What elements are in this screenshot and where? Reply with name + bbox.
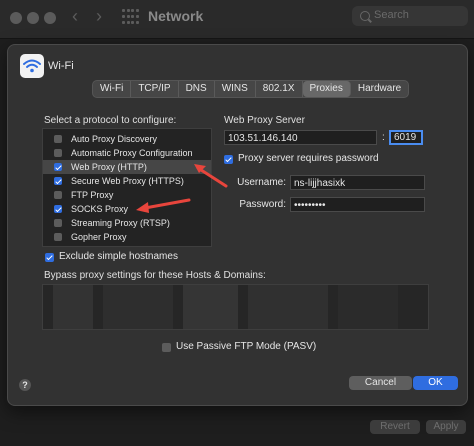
port-separator: : bbox=[382, 132, 385, 143]
protocol-checkbox[interactable] bbox=[54, 233, 62, 241]
protocol-row-web-proxy[interactable]: Web Proxy (HTTP) bbox=[43, 160, 211, 174]
password-field[interactable]: ••••••••• bbox=[290, 197, 425, 212]
username-field[interactable]: ns-lijjhasixk bbox=[290, 175, 425, 190]
proxy-server-heading: Web Proxy Server bbox=[224, 115, 305, 126]
protocol-checkbox[interactable] bbox=[54, 163, 62, 171]
tab-tcpip[interactable]: TCP/IP bbox=[131, 81, 179, 97]
exclude-simple-hostnames-label: Exclude simple hostnames bbox=[59, 251, 178, 262]
protocol-checkbox[interactable] bbox=[54, 191, 62, 199]
protocol-label: FTP Proxy bbox=[71, 190, 114, 200]
protocol-checkbox[interactable] bbox=[54, 205, 62, 213]
protocol-list[interactable]: Auto Proxy Discovery Automatic Proxy Con… bbox=[42, 128, 212, 247]
proxy-port-field[interactable]: 6019 bbox=[389, 130, 423, 145]
password-label: Password: bbox=[239, 199, 286, 210]
search-icon bbox=[360, 11, 370, 21]
search-field[interactable]: Search bbox=[352, 6, 468, 26]
protocol-checkbox[interactable] bbox=[54, 219, 62, 227]
tab-hardware[interactable]: Hardware bbox=[351, 81, 408, 97]
back-arrow-icon[interactable]: ‹ bbox=[72, 6, 78, 27]
ok-button[interactable]: OK bbox=[413, 376, 458, 390]
protocol-label: Web Proxy (HTTP) bbox=[71, 162, 147, 172]
exclude-simple-hostnames-checkbox[interactable] bbox=[45, 253, 54, 262]
protocol-list-heading: Select a protocol to configure: bbox=[44, 115, 177, 126]
annotation-arrow-web-proxy bbox=[194, 164, 228, 188]
bypass-hosts-textarea[interactable] bbox=[42, 284, 429, 330]
protocol-checkbox[interactable] bbox=[54, 149, 62, 157]
forward-arrow-icon[interactable]: › bbox=[96, 6, 102, 27]
show-all-grid-icon[interactable] bbox=[122, 9, 139, 25]
search-placeholder: Search bbox=[374, 9, 409, 21]
footer-bar: Revert Apply bbox=[0, 410, 474, 446]
proxies-sheet: Wi-Fi Wi-Fi TCP/IP DNS WINS 802.1X Proxi… bbox=[7, 44, 468, 406]
annotation-arrow-socks-proxy bbox=[136, 198, 191, 213]
window-title: Network bbox=[148, 8, 204, 24]
tab-dns[interactable]: DNS bbox=[179, 81, 215, 97]
protocol-label: Streaming Proxy (RTSP) bbox=[71, 218, 170, 228]
interface-name: Wi-Fi bbox=[48, 60, 74, 72]
minimize-window-button[interactable] bbox=[27, 12, 39, 24]
protocol-label: Auto Proxy Discovery bbox=[71, 134, 158, 144]
help-button[interactable]: ? bbox=[19, 379, 31, 391]
tab-8021x[interactable]: 802.1X bbox=[256, 81, 303, 97]
passive-ftp-label: Use Passive FTP Mode (PASV) bbox=[176, 341, 317, 352]
close-window-button[interactable] bbox=[10, 12, 22, 24]
tab-wifi[interactable]: Wi-Fi bbox=[93, 81, 132, 97]
username-label: Username: bbox=[237, 177, 286, 188]
wifi-icon bbox=[20, 54, 44, 78]
requires-password-label: Proxy server requires password bbox=[238, 153, 379, 164]
cancel-button[interactable]: Cancel bbox=[349, 376, 412, 390]
protocol-checkbox[interactable] bbox=[54, 135, 62, 143]
tab-bar: Wi-Fi TCP/IP DNS WINS 802.1X Proxies Har… bbox=[92, 80, 410, 98]
protocol-row-secure-web-proxy[interactable]: Secure Web Proxy (HTTPS) bbox=[43, 174, 211, 188]
protocol-row-streaming-proxy[interactable]: Streaming Proxy (RTSP) bbox=[43, 216, 211, 230]
protocol-checkbox[interactable] bbox=[54, 177, 62, 185]
protocol-label: Secure Web Proxy (HTTPS) bbox=[71, 176, 184, 186]
revert-button[interactable]: Revert bbox=[370, 420, 420, 434]
protocol-row-auto-discovery[interactable]: Auto Proxy Discovery bbox=[43, 132, 211, 146]
tab-proxies[interactable]: Proxies bbox=[302, 81, 351, 97]
passive-ftp-checkbox[interactable] bbox=[162, 343, 171, 352]
tab-wins[interactable]: WINS bbox=[215, 81, 256, 97]
proxy-host-field[interactable]: 103.51.146.140 bbox=[224, 130, 377, 145]
protocol-row-auto-config[interactable]: Automatic Proxy Configuration bbox=[43, 146, 211, 160]
protocol-label: Automatic Proxy Configuration bbox=[71, 148, 193, 158]
bypass-heading: Bypass proxy settings for these Hosts & … bbox=[44, 270, 266, 281]
protocol-row-gopher-proxy[interactable]: Gopher Proxy bbox=[43, 230, 211, 244]
apply-button[interactable]: Apply bbox=[426, 420, 466, 434]
protocol-label: SOCKS Proxy bbox=[71, 204, 129, 214]
zoom-window-button[interactable] bbox=[44, 12, 56, 24]
title-bar: ‹ › Network Search bbox=[0, 0, 474, 39]
protocol-label: Gopher Proxy bbox=[71, 232, 127, 242]
